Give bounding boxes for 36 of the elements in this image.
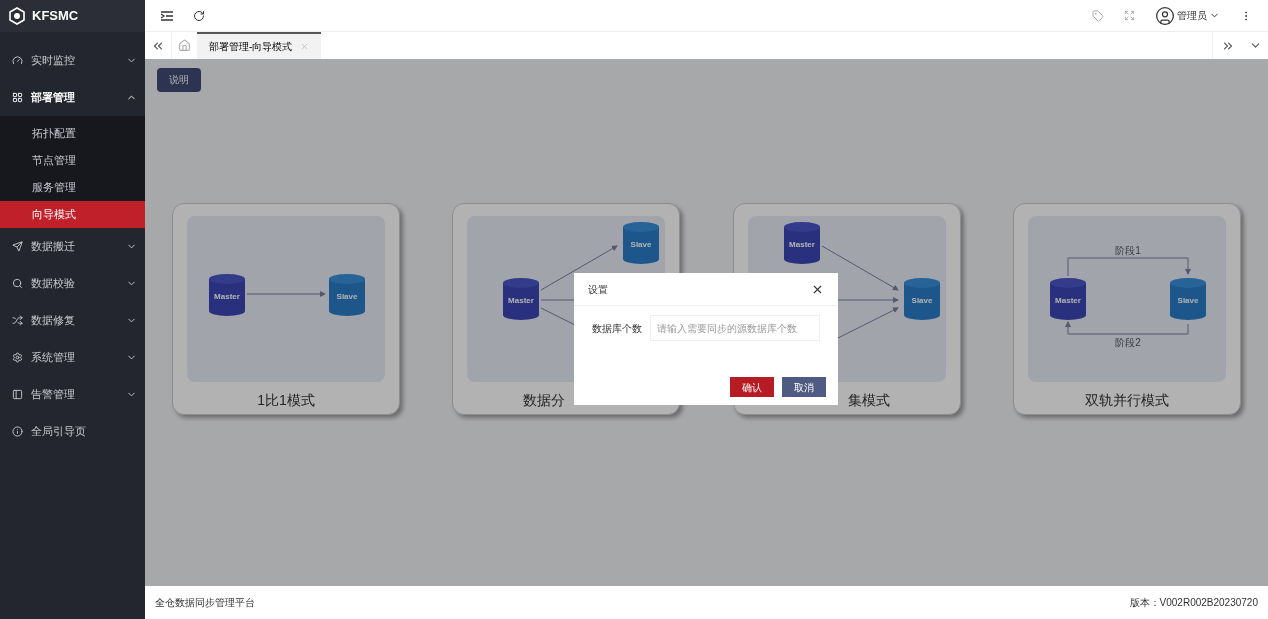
submenu-item[interactable]: 服务管理 [0,174,145,201]
logo-icon [8,7,26,25]
menu-item[interactable]: 数据校验 [0,265,145,302]
menu-item[interactable]: 系统管理 [0,339,145,376]
menu-fold-icon[interactable] [161,10,173,21]
submenu-item[interactable]: 拓扑配置 [0,120,145,147]
mode-card[interactable]: Master Slave 1比1模式 [172,202,400,415]
avatar-icon [1155,5,1175,26]
submenu-item[interactable]: 节点管理 [0,147,145,174]
menu-item[interactable]: 实时监控 [0,42,145,79]
menu-item[interactable]: 告警管理 [0,376,145,413]
menu-item[interactable]: 数据修复 [0,302,145,339]
version-text: 版本：V002R002B20230720 [1129,596,1258,610]
menu-item[interactable]: 全局引导页 [0,413,145,450]
mode-title: 双轨并行模式 [1085,390,1169,410]
mode-card[interactable]: Master Slave 阶段1 阶段2 双轨并行模式 [1013,202,1241,415]
confirm-button[interactable]: 确认 [730,377,774,397]
user-menu[interactable]: 管理员 [1155,5,1220,26]
platform-name: 全仓数据同步管理平台 [155,596,255,610]
mode-title: 集模式 [847,390,890,410]
close-icon [300,42,310,51]
mode-title: 1比1模式 [257,390,315,410]
input-field[interactable]: 请输入需要同步的源数据库个数 [650,315,820,341]
cancel-button[interactable]: 取消 [782,377,826,397]
page-tab[interactable]: 部署管理-向导模式 [197,32,322,59]
stage-label: 阶段1 [1115,244,1141,256]
brand-name: KFSMC [32,7,79,26]
field-label: 数据库个数 [592,321,642,336]
submenu-item[interactable]: 向导模式 [0,201,145,228]
dialog-title: 设置 [588,282,608,297]
help-button[interactable]: 说明 [157,67,201,92]
refresh-icon[interactable] [193,9,205,22]
mode-title: 数据分 [523,390,566,410]
menu-item[interactable]: 部署管理 [0,79,145,116]
stage-label: 阶段2 [1115,336,1141,348]
menu-item[interactable]: 数据搬迁 [0,228,145,265]
